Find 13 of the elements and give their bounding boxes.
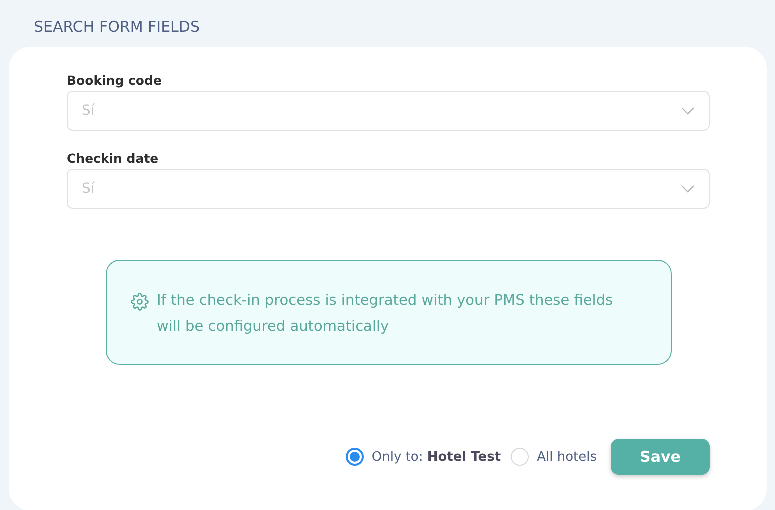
- section-title: SEARCH FORM FIELDS: [34, 17, 201, 38]
- info-text: If the check-in process is integrated with your PMS these fields will be configured automatically: [157, 292, 614, 338]
- field-label: Booking code: [67, 73, 163, 88]
- scope-option[interactable]: Only to: Hotel Test: [346, 448, 502, 466]
- radio-button[interactable]: [346, 448, 364, 466]
- chevron-icon: [681, 185, 695, 194]
- scope-option[interactable]: All hotels: [511, 448, 597, 466]
- select-field[interactable]: Sí: [67, 91, 710, 132]
- field-label: Checkin date: [67, 151, 160, 166]
- select-field[interactable]: Sí: [67, 169, 710, 210]
- save-button[interactable]: Save: [611, 439, 710, 476]
- gear-icon: [131, 293, 149, 312]
- chevron-icon: [681, 107, 695, 116]
